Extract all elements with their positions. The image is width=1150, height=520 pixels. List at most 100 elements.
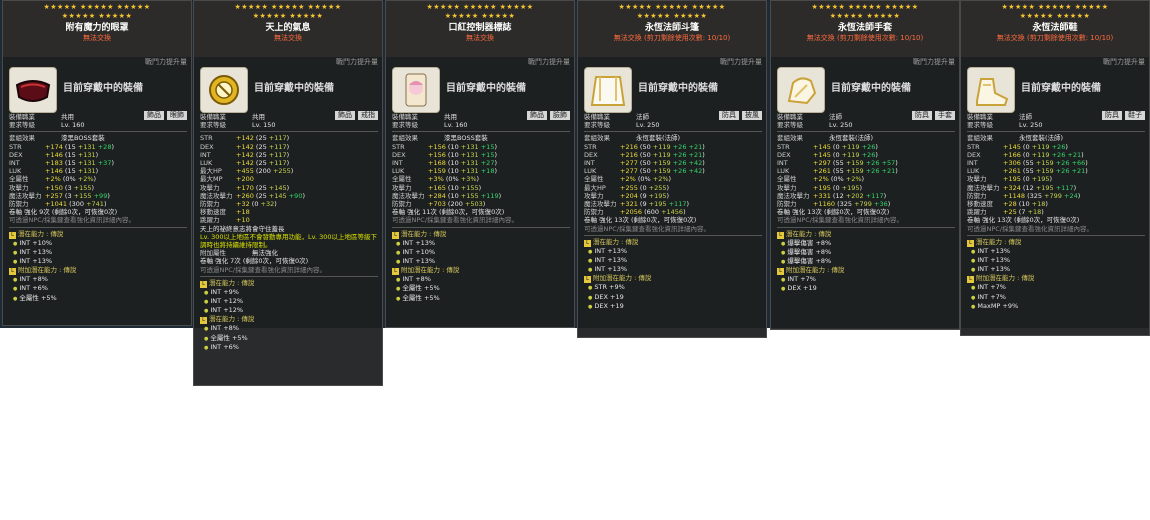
stat-breakdown-part: ): [290, 167, 294, 176]
stat-label: 魔法攻擊力: [392, 191, 425, 200]
stat-breakdown-part: (0: [1022, 175, 1032, 184]
additional-potential-header: L 附加潛在能力 : 傳說: [967, 274, 1145, 284]
stat-label: STR: [200, 134, 213, 143]
set-row-value: 漆黑BOSS套裝: [61, 134, 105, 143]
stat-breakdown: (50 +159 +26 +42): [640, 167, 705, 175]
stat-value: +261: [813, 167, 833, 176]
tooltip-body: 裝備職業 共用 要求等級 Lv. 160 套組效果 漆黑BOSS套裝 STR +174 (15…: [9, 113, 187, 303]
additional-potential-line: INT +6%: [200, 343, 378, 352]
upgrade-hint: 可透過NPC/採集鍵查看強化資訊詳細內容。: [200, 265, 327, 274]
stat-breakdown-part: (0%: [637, 175, 653, 184]
stat-row: INT +306 (55 +159 +26 +66): [967, 159, 1145, 167]
stat-value: +703: [428, 200, 448, 209]
stat-breakdown-part: (10: [447, 183, 461, 192]
stat-row: 全屬性 +2% (0% +2%): [9, 175, 187, 183]
stat-label: 全屬性: [584, 175, 604, 184]
stat-breakdown-part: +195: [1035, 183, 1054, 192]
stat-value: +1041: [45, 200, 70, 209]
stat-breakdown-part: (3: [64, 191, 74, 200]
stat-breakdown-part: ): [107, 191, 110, 200]
stat-breakdown-part: +119: [652, 150, 671, 159]
potential-line: INT +10%: [9, 239, 187, 248]
additional-potential-line: 全屬性 +5%: [200, 334, 378, 343]
stat-breakdown: (0 +119 +26 +21): [1023, 151, 1084, 159]
stat-row: DEX +216 (50 +119 +26 +21): [584, 151, 762, 159]
stat-label: LUK: [200, 159, 213, 168]
stat-row: STR +145 (0 +119 +26): [967, 143, 1145, 151]
stat-breakdown-part: +119: [1031, 150, 1050, 159]
stat-label: LUK: [967, 167, 980, 176]
stat-value: +277: [620, 159, 640, 168]
additional-potential-title: 附加潛在能力 : 傳說: [786, 266, 845, 275]
glove-icon: [777, 67, 825, 113]
stat-breakdown-part: ): [702, 159, 705, 168]
item-tooltip: ★★★★★ ★★★★★ ★★★★★ ★★★★★ ★★★★★ 永恆法師斗篷 無法交換 (…: [577, 0, 767, 338]
stat-breakdown: (9 +195 +117): [640, 200, 689, 208]
combat-power-label: 戰鬥力提升量: [145, 58, 187, 66]
stat-breakdown-part: ): [286, 134, 290, 143]
stat-breakdown-part: +255: [272, 167, 291, 176]
potential-title: 潛在能力 : 傳說: [593, 237, 639, 246]
item-description: 天上的祕終意志將會守住蓋長: [200, 224, 285, 233]
trade-status: 無法交換: [274, 34, 302, 42]
stat-row: 攻擊力 +195 (0 +195): [777, 184, 955, 192]
stat-label: 移動速度: [967, 200, 993, 209]
stat-label: 攻擊力: [777, 183, 797, 192]
stat-breakdown-part: +117: [865, 191, 884, 200]
stat-breakdown: (10 +131 +15): [448, 143, 497, 151]
stat-breakdown: (15 +131): [65, 167, 98, 175]
level-row: 要求等級 Lv. 250: [777, 121, 955, 129]
stat-breakdown-part: ): [111, 159, 114, 168]
stat-row: 防禦力 +1148 (325 +799 +24): [967, 192, 1145, 200]
stat-breakdown-part: (10: [447, 191, 461, 200]
stat-breakdown-part: ): [875, 142, 878, 151]
item-name: 附有魔力的眼罩: [65, 23, 129, 33]
stat-value: +455: [236, 167, 256, 176]
stat-label: LUK: [9, 167, 22, 176]
star-force-row: ★★★★★ ★★★★★ ★★★★★: [618, 3, 726, 11]
stat-breakdown-part: ): [1077, 191, 1081, 200]
stat-value: +1148: [1003, 191, 1028, 200]
item-name: 天上的氣息: [265, 23, 311, 33]
stat-breakdown-part: ): [1065, 142, 1068, 151]
stat-breakdown-part: +159: [652, 167, 671, 176]
stat-value: +2056: [620, 208, 645, 217]
trade-status: 無法交換: [466, 34, 494, 42]
additional-potential-line: INT +6%: [9, 284, 187, 293]
stat-breakdown-part: ): [478, 183, 482, 192]
stat-row: 魔法攻擊力 +284 (10 +155 +119): [392, 192, 570, 200]
upgrade-info: 卷軸 強化 9次 (剩餘0次，可恢復0次): [9, 208, 118, 217]
stat-breakdown: (10 +131 +15): [448, 151, 497, 159]
job-row-label: 裝備職業: [584, 113, 610, 121]
eyepatch-icon: [9, 67, 57, 113]
stat-breakdown: (0 +255): [640, 184, 669, 192]
stat-breakdown-part: +1456: [661, 208, 684, 217]
stat-label: 魔法攻擊力: [9, 191, 42, 200]
stat-breakdown-part: (0: [251, 200, 261, 209]
stat-breakdown-part: +28: [97, 142, 112, 151]
item-tooltip: ★★★★★ ★★★★★ ★★★★★ ★★★★★ ★★★★★ 附有魔力的眼罩 無法交換戰…: [2, 0, 192, 326]
stat-breakdown-part: +26: [672, 142, 687, 151]
stat-breakdown-part: +57: [881, 159, 896, 168]
stat-row: LUK +261 (55 +159 +26 +21): [967, 167, 1145, 175]
stat-breakdown: (10 +131 +18): [448, 167, 497, 175]
stat-value: +32: [236, 200, 252, 209]
legendary-icon: L: [584, 276, 591, 284]
stat-breakdown: (10 +155 +119): [448, 192, 501, 200]
stat-breakdown-part: (325: [837, 200, 855, 209]
stat-breakdown-part: ): [875, 150, 878, 159]
stat-breakdown-part: +18: [1027, 208, 1042, 217]
star-force-row: ★★★★★ ★★★★★ ★★★★★: [234, 3, 342, 11]
stat-breakdown: (0 +195): [833, 184, 862, 192]
extra-row-label: 附加屬性: [200, 249, 226, 258]
stat-breakdown-part: (15: [64, 159, 78, 168]
stat-breakdown: (325 +799 +24): [1027, 192, 1080, 200]
stat-breakdown-part: ): [702, 167, 705, 176]
stat-breakdown-part: +18: [480, 167, 495, 176]
set-row-label: 套組效果: [584, 134, 610, 143]
potential-header: L 潛在能力 : 傳說: [9, 230, 187, 239]
stat-value: +168: [428, 159, 448, 168]
stat-breakdown-part: +159: [1035, 159, 1054, 168]
additional-potential-line: MaxMP +9%: [967, 302, 1145, 311]
stat-breakdown: (25 +117): [256, 159, 289, 167]
